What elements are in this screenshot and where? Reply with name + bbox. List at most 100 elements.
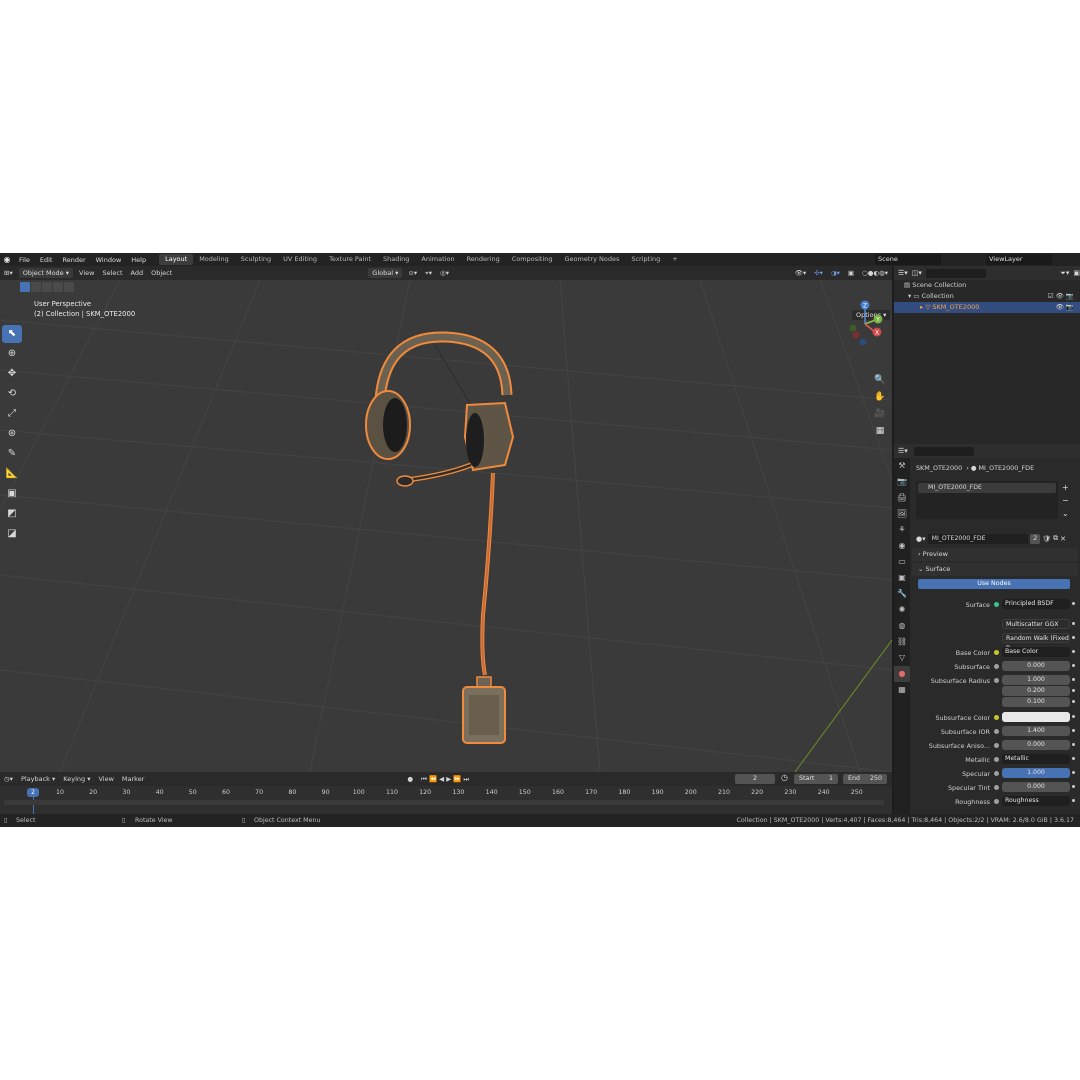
object-tab-icon[interactable]: ▣ [894,570,910,586]
add-slot-icon[interactable]: + [1062,481,1069,494]
tab-scripting[interactable]: Scripting [625,254,666,265]
particles-tab-icon[interactable]: ✺ [894,602,910,618]
menu-view[interactable]: View [75,269,98,277]
tab-layout[interactable]: Layout [159,254,194,265]
constraints-tab-icon[interactable]: ⛓ [894,634,910,650]
outliner-row-scene-collection[interactable]: ▤ Scene Collection [894,280,1080,291]
view-layer-selector[interactable]: ViewLayer [986,254,1052,265]
tab-texture-paint[interactable]: Texture Paint [323,254,377,265]
outliner-editor-icon[interactable]: ☰▾ [898,269,908,277]
socket-icon[interactable] [994,650,999,655]
keyframe-dot-icon[interactable] [1072,689,1075,692]
property-field[interactable]: 0.100 [1002,697,1070,707]
menu-window[interactable]: Window [91,256,127,264]
menu-help[interactable]: Help [126,256,151,264]
rotate-icon[interactable]: ⟲ [2,385,22,403]
socket-icon[interactable] [994,715,999,720]
select-intersect-icon[interactable] [64,282,74,292]
cursor-icon[interactable]: ⊕ [2,345,22,363]
menu-select[interactable]: Select [98,269,126,277]
property-field[interactable]: 0.200 [1002,686,1070,696]
keyframe-dot-icon[interactable] [1072,743,1075,746]
keyframe-dot-icon[interactable] [1072,678,1075,681]
socket-icon[interactable] [994,602,999,607]
socket-icon[interactable] [994,785,999,790]
keyframe-dot-icon[interactable] [1072,664,1075,667]
expand-arrow-icon[interactable]: ▾ [908,292,911,300]
snap-icon[interactable]: ⌖▾ [421,269,436,278]
playback-controls-icon[interactable]: ⏮ ⏪ ◀ ▶ ⏩ ⏭ [417,775,473,784]
navigation-gizmo[interactable] [840,552,890,602]
world-tab-icon[interactable]: ◉ [894,538,910,554]
keyframe-dot-icon[interactable] [1072,602,1075,605]
start-frame-field[interactable]: Start 1 [794,774,838,784]
property-field[interactable]: 0.000 [1002,661,1070,671]
output-tab-icon[interactable]: 🖨 [894,490,910,506]
socket-icon[interactable] [994,771,999,776]
outliner-row-collection[interactable]: ▾ ▭ Collection ☑ 👁 📷 [894,291,1080,302]
xray-icon[interactable]: ▣ [844,269,858,277]
keyframe-dot-icon[interactable] [1072,636,1075,639]
socket-icon[interactable] [994,799,999,804]
modifier-tab-icon[interactable]: 🔧 [894,586,910,602]
menu-object[interactable]: Object [147,269,176,277]
property-field[interactable] [1002,712,1070,722]
menu-add[interactable]: Add [127,269,148,277]
display-mode-icon[interactable]: ◫▾ [912,269,922,277]
inset-icon[interactable]: ◪ [2,525,22,543]
material-tab-icon[interactable]: ● [894,666,910,682]
shading-modes-icon[interactable]: ○●◐◍▾ [858,269,892,277]
keyframe-dot-icon[interactable] [1072,729,1075,732]
menu-timeline-view[interactable]: View [94,775,117,783]
tab-compositing[interactable]: Compositing [506,254,559,265]
remove-slot-icon[interactable]: − [1062,494,1069,507]
material-browse-icon[interactable]: ●▾ [916,535,926,543]
expand-arrow-icon[interactable]: ▸ [920,303,923,311]
end-frame-field[interactable]: End 250 [843,774,887,784]
socket-icon[interactable] [994,757,999,762]
properties-search-input[interactable] [913,446,974,456]
select-box-icon[interactable]: ⬉ [2,325,22,343]
socket-icon[interactable] [994,743,999,748]
ortho-grid-icon[interactable]: ▦ [872,426,888,443]
data-tab-icon[interactable]: ▽ [894,650,910,666]
menu-keying[interactable]: Keying ▾ [59,775,94,783]
orientation-gizmo[interactable]: Z Y X [840,299,890,349]
property-field[interactable]: Multiscatter GGX [1002,619,1070,629]
keyframe-dot-icon[interactable] [1072,757,1075,760]
select-new-icon[interactable] [20,282,30,292]
object-visibility-icons[interactable]: 👁 📷 [1056,302,1074,313]
annotate-icon[interactable]: ✎ [2,445,22,463]
keyframe-dot-icon[interactable] [1072,715,1075,718]
proportional-edit-icon[interactable]: ◎▾ [436,269,453,277]
tab-shading[interactable]: Shading [377,254,415,265]
select-extend-icon[interactable] [31,282,41,292]
outliner-search-input[interactable] [925,268,986,278]
view-layer-tab-icon[interactable]: 🖼 [894,506,910,522]
keyframe-dot-icon[interactable] [1072,700,1075,703]
select-invert-icon[interactable] [53,282,63,292]
socket-icon[interactable] [994,729,999,734]
new-collection-icon[interactable]: ▣ [1073,269,1080,277]
clock-icon[interactable]: ◷ [781,773,788,782]
timeline-scrollbar[interactable] [4,800,884,805]
zoom-icon[interactable]: 🔍 [872,375,888,392]
property-field[interactable]: Random Walk (Fixed R... [1002,633,1070,652]
collection-tab-icon[interactable]: ▭ [894,554,910,570]
select-subtract-icon[interactable] [42,282,52,292]
filter-icon[interactable]: ⏷▾ [1060,269,1069,278]
render-tab-icon[interactable]: 📷 [894,474,910,490]
measure-icon[interactable]: 📐 [2,465,22,483]
texture-tab-icon[interactable]: ▦ [894,682,910,698]
gizmo-toggle-icon[interactable]: ✣▾ [810,269,827,277]
property-field[interactable]: 1.000 [1002,675,1070,685]
menu-marker[interactable]: Marker [118,775,148,783]
fake-user-icon[interactable]: 🛡 [1042,535,1051,543]
property-field[interactable]: 1.400 [1002,726,1070,736]
3d-viewport[interactable]: User Perspective (2) Collection | SKM_OT… [0,280,892,772]
orientation-selector[interactable]: Global ▾ [368,268,403,278]
headset-model[interactable] [355,325,555,745]
current-frame-field[interactable]: 2 [735,774,775,784]
keyframe-dot-icon[interactable] [1072,799,1075,802]
pivot-icon[interactable]: ⊙▾ [404,269,421,277]
